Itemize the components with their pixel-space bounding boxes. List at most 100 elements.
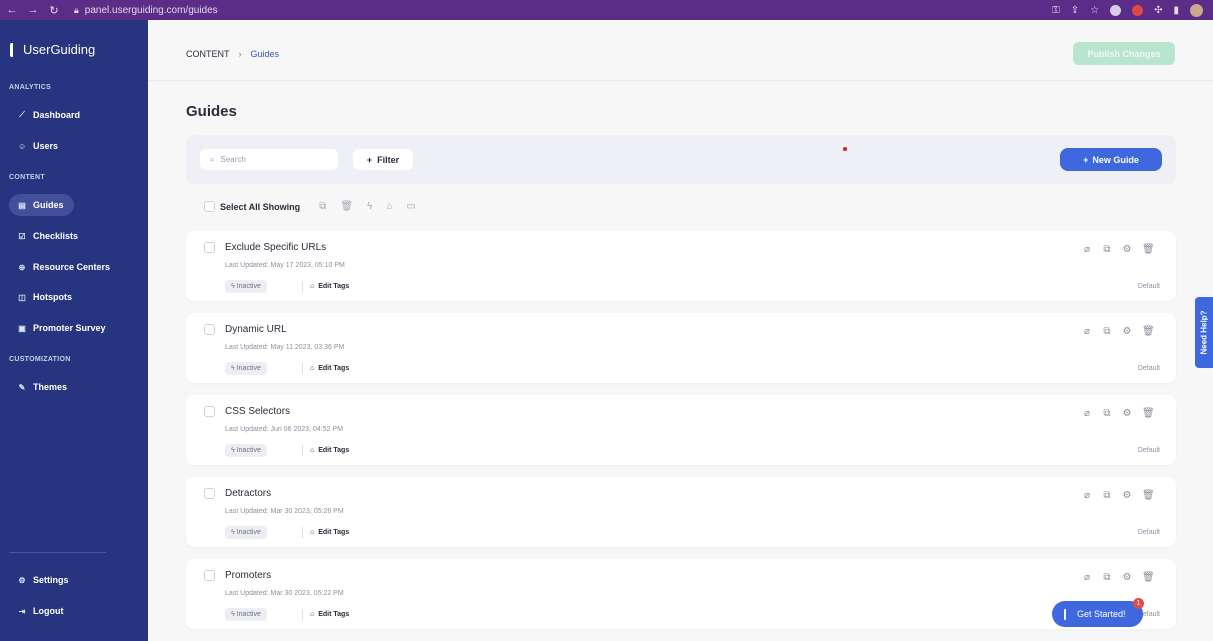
paperclip-icon[interactable]: ⌀ [1082, 326, 1092, 337]
duplicate-icon[interactable]: ⧉ [1102, 326, 1112, 337]
guide-checkbox[interactable] [204, 406, 215, 417]
breadcrumb-current[interactable]: Guides [251, 49, 280, 59]
gear-icon[interactable]: ⚙ [1122, 490, 1132, 501]
sidepanel-icon[interactable]: ▮ [1173, 5, 1179, 16]
guide-checkbox[interactable] [204, 488, 215, 499]
duplicate-icon[interactable]: ⧉ [1102, 572, 1112, 583]
guide-updated: Last Updated: Mar 30 2023, 05:26 PM [225, 508, 344, 515]
gear-icon[interactable]: ⚙ [1122, 326, 1132, 337]
trash-icon[interactable]: 🗑︎ [340, 201, 353, 212]
star-icon[interactable]: ☆ [1090, 5, 1099, 16]
page-title: Guides [186, 103, 237, 120]
edit-tags-button[interactable]: ⌂ Edit Tags [302, 445, 349, 456]
edit-tags-button[interactable]: ⌂ Edit Tags [302, 527, 349, 538]
share-icon[interactable]: ⇪ [1071, 5, 1079, 16]
bolt-icon[interactable]: ϟ [367, 201, 372, 212]
plus-icon: + [1083, 154, 1089, 165]
sidebar-item-users[interactable]: ☺ Users [9, 135, 137, 157]
back-icon[interactable]: ← [6, 4, 18, 16]
new-guide-button[interactable]: + New Guide [1060, 148, 1162, 171]
section-analytics: ANALYTICS [9, 84, 52, 91]
puzzle-icon[interactable]: ✣ [1154, 5, 1162, 16]
duplicate-icon[interactable]: ⧉ [1102, 244, 1112, 255]
trash-icon[interactable]: 🗑︎ [1142, 408, 1155, 419]
sidebar-item-resource-centers[interactable]: ⊕ Resource Centers [9, 256, 137, 278]
sidebar-item-promoter-survey[interactable]: ▣ Promoter Survey [9, 317, 137, 339]
status-badge[interactable]: ϟ Inactive [225, 280, 267, 293]
edit-tags-label: Edit Tags [318, 283, 350, 290]
duplicate-icon[interactable]: ⧉ [1102, 408, 1112, 419]
notification-badge: 1 [1133, 598, 1144, 609]
profile-avatar[interactable] [1190, 3, 1203, 17]
guide-card[interactable]: Exclude Specific URLs Last Updated: May … [186, 231, 1176, 301]
guide-name[interactable]: CSS Selectors [225, 406, 290, 417]
guides-toolbar: ⌕ Search + Filter + New Guide [186, 135, 1176, 184]
select-all-checkbox[interactable] [204, 201, 215, 212]
edit-tags-button[interactable]: ⌂ Edit Tags [302, 609, 349, 620]
paperclip-icon[interactable]: ⌀ [1082, 244, 1092, 255]
breadcrumb-root[interactable]: CONTENT [186, 49, 230, 59]
get-started-button[interactable]: Get Started! [1052, 601, 1143, 627]
tag-icon[interactable]: ⌂ [386, 201, 392, 212]
guide-checkbox[interactable] [204, 570, 215, 581]
logo[interactable]: UserGuiding [10, 42, 95, 57]
header-divider [148, 80, 1213, 81]
guide-name[interactable]: Detractors [225, 488, 271, 499]
archive-icon[interactable]: ▭ [406, 201, 415, 212]
guide-card[interactable]: Promoters Last Updated: Mar 30 2023, 05:… [186, 559, 1176, 629]
guide-card[interactable]: Dynamic URL Last Updated: May 11 2023, 0… [186, 313, 1176, 383]
guide-card[interactable]: Detractors Last Updated: Mar 30 2023, 05… [186, 477, 1176, 547]
guide-icon: ▤ [18, 200, 26, 210]
trash-icon[interactable]: 🗑︎ [1142, 572, 1155, 583]
guide-checkbox[interactable] [204, 242, 215, 253]
status-badge[interactable]: ϟ Inactive [225, 608, 267, 621]
trash-icon[interactable]: 🗑︎ [1142, 244, 1155, 255]
status-badge[interactable]: ϟ Inactive [225, 526, 267, 539]
edit-tags-label: Edit Tags [318, 447, 350, 454]
edit-tags-button[interactable]: ⌂ Edit Tags [302, 363, 349, 374]
sidebar-item-dashboard[interactable]: ⟋ Dashboard [9, 104, 137, 126]
paperclip-icon[interactable]: ⌀ [1082, 408, 1092, 419]
sidebar-item-checklists[interactable]: ☑ Checklists [9, 225, 137, 247]
duplicate-icon[interactable]: ⧉ [319, 201, 326, 212]
reload-icon[interactable]: ↻ [48, 4, 60, 17]
bolt-icon: ϟ [231, 529, 235, 536]
sidebar-divider [9, 552, 106, 553]
guide-name[interactable]: Promoters [225, 570, 271, 581]
extension-icon[interactable] [1110, 4, 1122, 16]
guide-checkbox[interactable] [204, 324, 215, 335]
sidebar-item-hotspots[interactable]: ◫ Hotspots [9, 286, 137, 308]
paperclip-icon[interactable]: ⌀ [1082, 572, 1092, 583]
forward-icon[interactable]: → [27, 4, 39, 16]
address-bar[interactable]: 🔒︎ panel.userguiding.com/guides [74, 5, 218, 16]
guide-name[interactable]: Dynamic URL [225, 324, 287, 335]
sidebar-item-themes[interactable]: ✎ Themes [9, 376, 137, 398]
extension-red-icon[interactable] [1132, 4, 1144, 16]
paperclip-icon[interactable]: ⌀ [1082, 490, 1092, 501]
need-help-tab[interactable]: Need Help? [1195, 297, 1213, 368]
chart-line-icon: ⟋ [19, 110, 25, 119]
sidebar-item-guides[interactable]: ▤ Guides [9, 194, 74, 216]
search-input[interactable]: ⌕ Search [200, 149, 338, 170]
edit-tags-button[interactable]: ⌂ Edit Tags [302, 281, 349, 292]
guide-name[interactable]: Exclude Specific URLs [225, 242, 326, 253]
filter-button[interactable]: + Filter [353, 149, 413, 170]
gear-icon[interactable]: ⚙ [1122, 408, 1132, 419]
status-badge[interactable]: ϟ Inactive [225, 444, 267, 457]
guide-card[interactable]: CSS Selectors Last Updated: Jun 06 2023,… [186, 395, 1176, 465]
sidebar-item-settings[interactable]: ⚙ Settings [9, 569, 137, 591]
status-badge[interactable]: ϟ Inactive [225, 362, 267, 375]
edit-tags-label: Edit Tags [318, 611, 350, 618]
gear-icon[interactable]: ⚙ [1122, 572, 1132, 583]
publish-changes-button[interactable]: Publish Changes [1073, 42, 1175, 65]
gear-icon[interactable]: ⚙ [1122, 244, 1132, 255]
duplicate-icon[interactable]: ⧉ [1102, 490, 1112, 501]
status-text: Inactive [236, 447, 261, 454]
bolt-icon: ϟ [231, 447, 235, 454]
trash-icon[interactable]: 🗑︎ [1142, 326, 1155, 337]
sidebar-item-logout[interactable]: ⇥ Logout [9, 600, 137, 622]
select-all-label[interactable]: Select All Showing [220, 202, 300, 212]
key-icon[interactable]: ⚿ [1052, 5, 1060, 16]
divider [302, 527, 303, 538]
trash-icon[interactable]: 🗑︎ [1142, 490, 1155, 501]
